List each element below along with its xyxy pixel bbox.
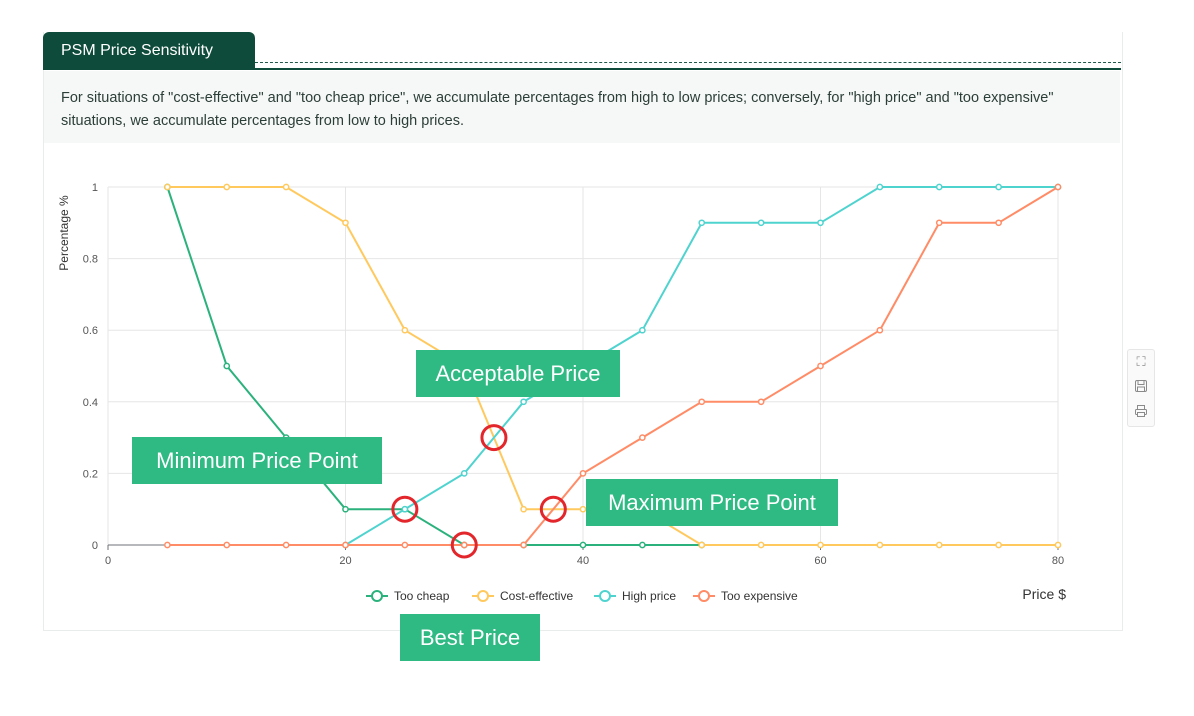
legend-label: High price bbox=[622, 589, 676, 603]
data-point bbox=[579, 505, 587, 513]
callout-acceptable-price: Acceptable Price bbox=[416, 350, 620, 397]
fullscreen-icon[interactable]: ⛶ bbox=[1133, 354, 1149, 370]
data-point bbox=[995, 183, 1002, 191]
data-point bbox=[876, 183, 884, 191]
data-point bbox=[757, 219, 765, 227]
legend-item-high-price[interactable]: High price bbox=[594, 589, 676, 603]
data-point bbox=[342, 541, 349, 549]
data-point bbox=[460, 541, 468, 549]
data-point bbox=[579, 470, 587, 477]
data-point bbox=[935, 541, 943, 549]
callout-best-price: Best Price bbox=[400, 614, 540, 661]
data-point bbox=[223, 183, 231, 191]
data-point bbox=[282, 183, 290, 191]
data-point bbox=[520, 541, 527, 549]
legend-marker bbox=[599, 590, 611, 602]
data-point bbox=[520, 505, 527, 513]
x-tick-label: 80 bbox=[1052, 555, 1064, 567]
legend-label: Too cheap bbox=[394, 589, 450, 603]
y-tick-label: 1 bbox=[92, 182, 98, 194]
data-point bbox=[698, 541, 706, 549]
x-tick-label: 60 bbox=[814, 555, 826, 567]
callout-minimum-price-point: Minimum Price Point bbox=[132, 437, 382, 484]
data-point bbox=[1054, 183, 1062, 191]
y-axis-title: Percentage % bbox=[57, 195, 71, 271]
y-tick-label: 0.2 bbox=[83, 468, 98, 480]
x-tick-label: 0 bbox=[105, 555, 111, 567]
print-icon[interactable] bbox=[1133, 404, 1149, 420]
data-point bbox=[757, 398, 765, 406]
legend-marker bbox=[477, 590, 489, 602]
data-point bbox=[401, 326, 409, 334]
data-point bbox=[460, 470, 468, 477]
callout-maximum-price-point: Maximum Price Point bbox=[586, 479, 838, 526]
y-tick-label: 0.6 bbox=[83, 325, 98, 337]
legend-label: Too expensive bbox=[721, 589, 798, 603]
legend-marker bbox=[371, 590, 383, 602]
legend-marker bbox=[698, 590, 710, 602]
y-tick-label: 0.4 bbox=[83, 397, 98, 409]
data-point bbox=[342, 219, 349, 227]
data-point bbox=[282, 541, 290, 549]
data-point bbox=[817, 541, 824, 549]
data-point bbox=[639, 541, 646, 549]
data-point bbox=[817, 219, 824, 227]
legend-label: Cost-effective bbox=[500, 589, 573, 603]
data-point bbox=[935, 183, 943, 191]
legend-item-cost-effective[interactable]: Cost-effective bbox=[472, 589, 573, 603]
data-point bbox=[223, 362, 231, 370]
data-point bbox=[639, 326, 646, 334]
data-point bbox=[995, 541, 1002, 549]
data-point bbox=[164, 541, 171, 549]
data-point bbox=[342, 505, 349, 513]
legend-item-too-expensive[interactable]: Too expensive bbox=[693, 589, 798, 603]
y-tick-label: 0.8 bbox=[83, 254, 98, 266]
x-tick-label: 20 bbox=[339, 555, 351, 567]
data-point bbox=[935, 219, 943, 227]
data-point bbox=[817, 362, 824, 370]
data-point bbox=[579, 541, 587, 549]
data-point bbox=[520, 398, 527, 406]
data-point bbox=[757, 541, 765, 549]
data-point bbox=[164, 183, 171, 191]
data-point bbox=[876, 326, 884, 334]
data-point bbox=[639, 434, 646, 441]
chart-toolbox: ⛶ bbox=[1127, 349, 1155, 427]
save-icon[interactable] bbox=[1133, 379, 1149, 395]
data-point bbox=[698, 398, 706, 406]
data-point bbox=[698, 219, 706, 227]
data-point bbox=[401, 505, 409, 513]
data-point bbox=[223, 541, 231, 549]
x-axis-title: Price $ bbox=[1022, 586, 1066, 602]
data-point bbox=[401, 541, 409, 549]
data-point bbox=[1054, 541, 1062, 549]
data-point bbox=[995, 219, 1002, 227]
legend-item-too-cheap[interactable]: Too cheap bbox=[366, 589, 450, 603]
x-tick-label: 40 bbox=[577, 555, 589, 567]
y-tick-label: 0 bbox=[92, 540, 98, 552]
data-point bbox=[876, 541, 884, 549]
